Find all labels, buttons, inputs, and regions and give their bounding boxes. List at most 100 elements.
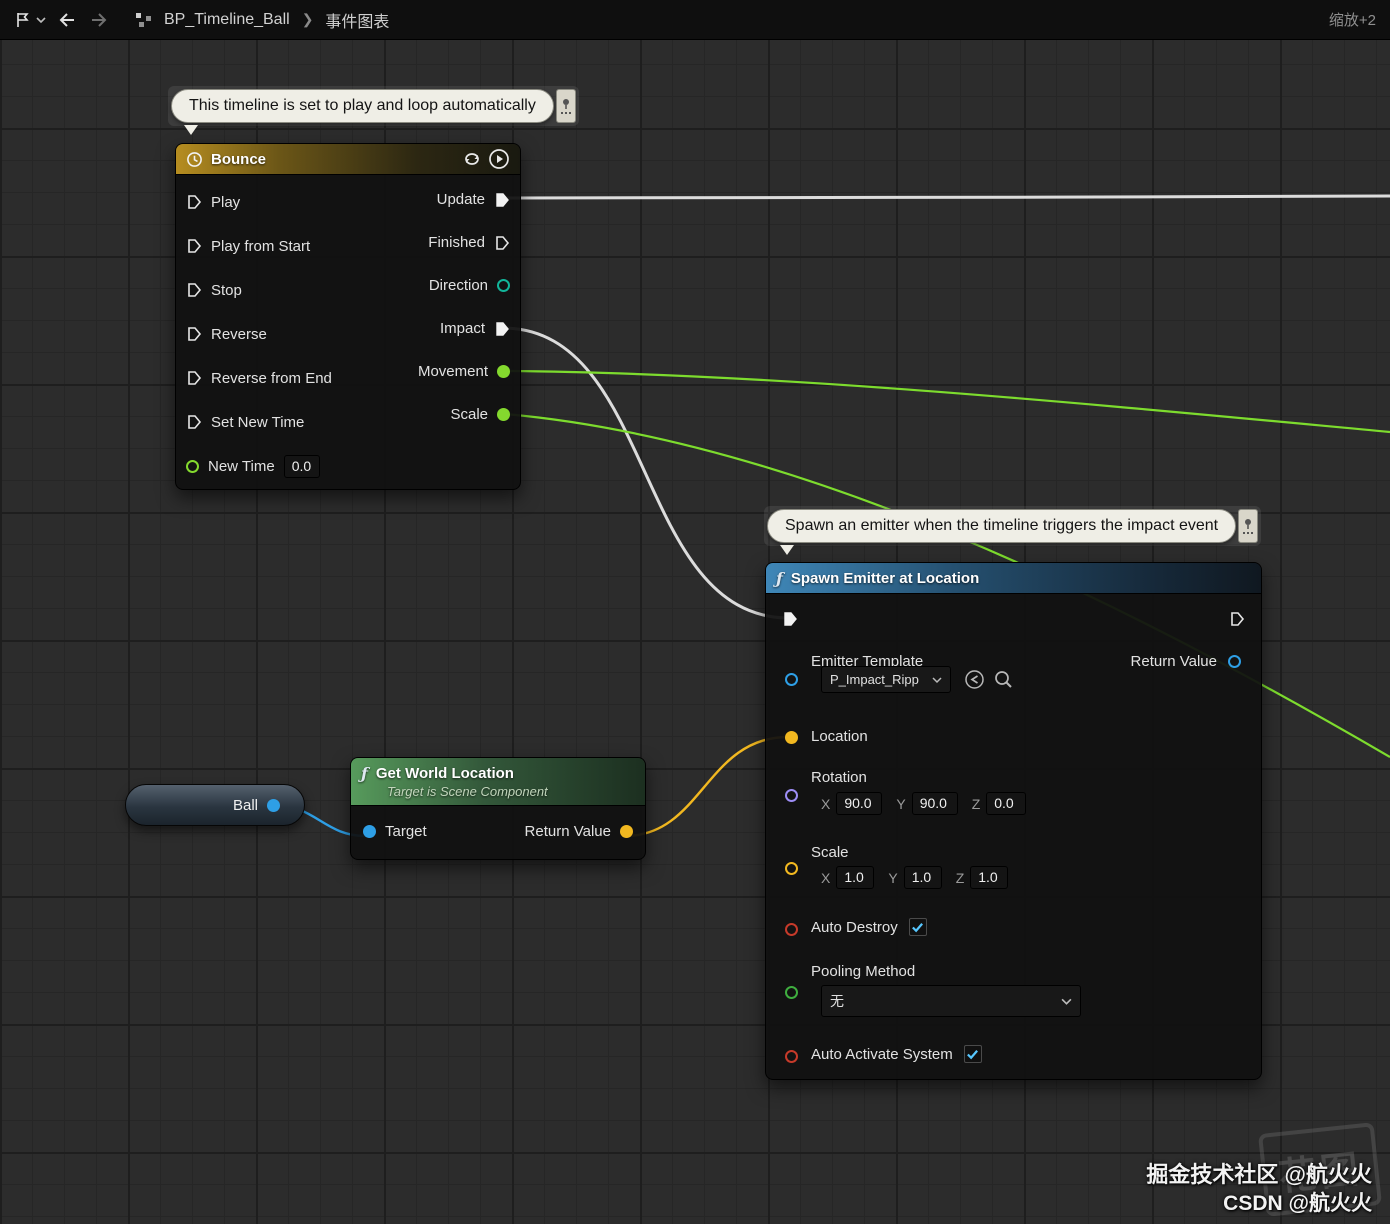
scale-z-field[interactable]: 1.0 [970,866,1009,889]
toolbar: BP_Timeline_Ball ❯ 事件图表 缩放+2 [0,0,1390,40]
new-time-field[interactable]: 0.0 [283,454,320,478]
input-row-reverse-from-end: Reverse from End [186,356,332,400]
comment-pin-toggle[interactable] [1238,509,1259,543]
auto-activate-row: Auto Activate System [811,1045,982,1063]
watermark-line2: CSDN @航火火 [1223,1192,1372,1215]
get-world-location-node[interactable]: ƒ Get World Location Target is Scene Com… [350,757,646,860]
breadcrumb-separator: ❯ [301,11,314,27]
gwl-node-header[interactable]: ƒ Get World Location Target is Scene Com… [351,758,645,806]
pin-label: Stop [211,281,242,299]
pin-label: Play from Start [211,237,311,255]
enum-pin-direction[interactable] [497,279,510,292]
gwl-node-subtitle: Target is Scene Component [387,784,548,799]
scale-x-field[interactable]: 1.0 [836,866,875,889]
auto-activate-checkbox[interactable] [963,1045,982,1063]
ball-variable-node[interactable]: Ball [125,784,305,826]
input-row-new-time: New Time 0.0 [186,444,332,488]
exec-pin-update[interactable] [494,192,510,208]
exec-pin-play[interactable] [186,194,202,210]
ball-node-label: Ball [232,796,258,814]
browse-asset-icon[interactable] [993,669,1014,690]
axis-y-label: Y [896,795,906,812]
comment-pin-toggle[interactable] [555,89,576,123]
object-pin-emitter-template[interactable] [785,673,798,686]
float-pin-scale[interactable] [497,408,510,421]
bounce-node-title: Bounce [211,150,267,168]
auto-destroy-checkbox[interactable] [908,918,927,936]
breadcrumb-root[interactable]: BP_Timeline_Ball [164,11,290,29]
axis-y-label: Y [888,869,898,886]
exec-pin-stop[interactable] [186,282,202,298]
scale-y-field[interactable]: 1.0 [903,866,942,889]
comment-timeline-text: This timeline is set to play and loop au… [171,89,554,123]
comment-tail [780,545,794,555]
check-icon [967,1049,979,1059]
gwl-node-title: Get World Location [375,765,514,782]
comment-timeline[interactable]: This timeline is set to play and loop au… [168,86,579,135]
rotation-z-field[interactable]: 0.0 [986,792,1027,815]
emitter-template-dropdown[interactable]: P_Impact_Ripp [821,666,951,693]
breadcrumb-page[interactable]: 事件图表 [325,8,389,32]
axis-z-label: Z [955,869,965,886]
float-pin-movement[interactable] [497,365,510,378]
output-row-update: Update [418,178,510,221]
bounce-timeline-node[interactable]: Bounce Play Play from Start Stop Reverse… [175,143,521,490]
exec-out-pin[interactable] [1229,611,1245,627]
bool-pin-auto-activate[interactable] [785,1050,798,1063]
pushpin-icon [1245,519,1252,529]
vector-pin-scale[interactable] [785,862,798,875]
input-row-reverse: Reverse [186,312,332,356]
input-row-play: Play [186,180,332,224]
target-label: Target [385,822,427,840]
enum-pin-pooling-method[interactable] [785,986,798,999]
pin-label: New Time [208,457,275,475]
pooling-method-dropdown[interactable]: 无 [821,985,1081,1017]
bounce-node-header[interactable]: Bounce [176,144,520,175]
object-pin-ball[interactable] [267,799,280,812]
spawn-node-header[interactable]: ƒ Spawn Emitter at Location [766,563,1261,594]
function-icon: ƒ [776,568,783,588]
axis-z-label: Z [971,795,981,812]
comment-spawn[interactable]: Spawn an emitter when the timeline trigg… [764,506,1262,555]
scale-label: Scale [811,844,849,861]
function-icon: ƒ [361,764,368,783]
input-row-set-new-time: Set New Time [186,400,332,444]
output-row-finished: Finished [418,221,510,264]
input-row-play-from-start: Play from Start [186,224,332,268]
axis-x-label: X [821,795,831,812]
debug-object-button[interactable] [14,11,46,29]
output-row-impact: Impact [418,307,510,350]
forward-arrow-button[interactable] [88,10,110,30]
use-selected-asset-icon[interactable] [964,669,985,690]
spawn-emitter-node[interactable]: ƒ Spawn Emitter at Location Emitter Temp… [765,562,1262,1080]
watermark: 掘金技术社区 @航火火 CSDN @航火火 [1146,1160,1372,1218]
timeline-clock-icon [187,151,202,167]
object-pin-target[interactable] [363,824,376,838]
rotation-label: Rotation [811,769,867,786]
back-arrow-button[interactable] [56,10,78,30]
watermark-line1: 掘金技术社区 @航火火 [1146,1162,1372,1187]
bool-pin-auto-destroy[interactable] [785,923,798,936]
rotation-x-field[interactable]: 90.0 [836,792,883,815]
exec-pin-impact[interactable] [494,321,510,337]
vector-pin-return-value[interactable] [620,824,633,838]
object-pin-return-value[interactable] [1228,655,1241,668]
auto-activate-label: Auto Activate System [811,1045,953,1063]
exec-pin-play-from-start[interactable] [186,238,202,254]
exec-pin-reverse[interactable] [186,326,202,342]
pin-label: Impact [439,320,485,337]
exec-pin-set-new-time[interactable] [186,414,202,430]
float-pin-new-time[interactable] [186,459,199,473]
vector-pin-location[interactable] [785,731,798,744]
comment-dots-icon [560,112,571,114]
output-row-movement: Movement [418,350,510,393]
emitter-template-value: P_Impact_Ripp [830,672,919,687]
pooling-method-label: Pooling Method [811,963,916,980]
rotator-pin-rotation[interactable] [785,789,798,802]
exec-pin-finished[interactable] [494,235,510,251]
rotation-y-field[interactable]: 90.0 [911,792,958,815]
autoplay-icon [489,149,509,169]
exec-in-pin[interactable] [782,611,798,627]
exec-pin-reverse-from-end[interactable] [186,370,202,386]
pin-label: Scale [450,406,488,423]
